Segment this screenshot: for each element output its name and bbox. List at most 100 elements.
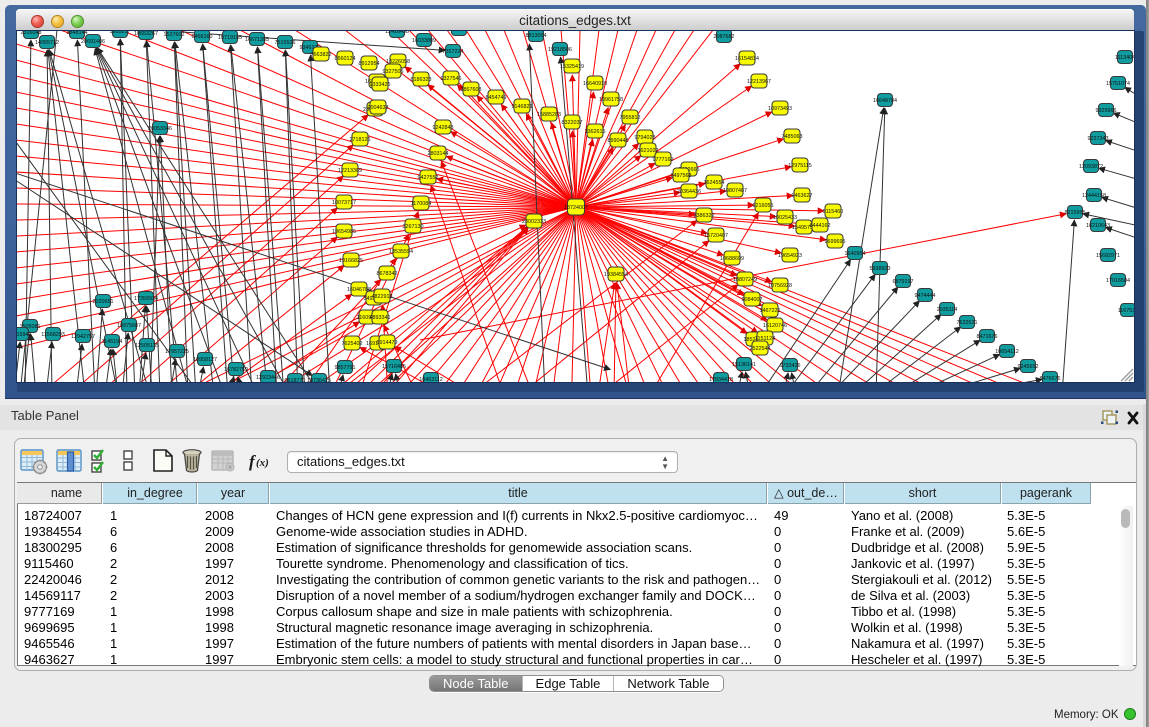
svg-text:3915941: 3915941 [17,332,32,338]
svg-text:12416458: 12416458 [385,31,409,35]
svg-text:10463112: 10463112 [419,377,443,382]
svg-text:1955217: 1955217 [110,31,131,35]
svg-text:1167533: 1167533 [1118,308,1134,314]
svg-text:12213967: 12213967 [747,79,771,85]
svg-text:9333425: 9333425 [370,82,391,88]
svg-text:6879197: 6879197 [893,279,914,285]
svg-text:19218506: 19218506 [548,47,572,53]
svg-text:12213369: 12213369 [338,168,362,174]
svg-text:8813054: 8813054 [526,33,547,39]
svg-text:10958127: 10958127 [193,357,217,363]
svg-text:8215955: 8215955 [1065,210,1086,216]
svg-text:8186323: 8186323 [411,77,432,83]
svg-text:2004633: 2004633 [368,105,389,111]
svg-text:12975115: 12975115 [788,163,812,169]
svg-text:3267130: 3267130 [403,224,424,230]
svg-text:9777169: 9777169 [653,157,674,163]
svg-text:10654112: 10654112 [995,349,1019,355]
svg-text:2935114: 2935114 [937,307,958,313]
svg-text:10975687: 10975687 [117,323,141,329]
svg-text:7625402: 7625402 [342,341,363,347]
svg-text:16033809: 16033809 [412,38,436,44]
svg-text:9327546: 9327546 [441,76,462,82]
svg-text:16120746: 16120746 [763,323,787,329]
svg-text:1527602: 1527602 [164,32,185,38]
svg-text:4822913: 4822913 [372,294,393,300]
svg-text:18724007: 18724007 [564,205,588,211]
svg-text:10073717: 10073717 [332,200,356,206]
svg-text:18807249: 18807249 [733,277,757,283]
svg-text:9227343: 9227343 [1088,136,1109,142]
svg-text:15751074: 15751074 [1106,81,1130,87]
svg-text:7485063: 7485063 [782,134,803,140]
svg-text:9242848: 9242848 [433,125,454,131]
svg-text:17834418: 17834418 [709,377,733,382]
svg-text:7515526: 7515526 [275,40,296,46]
svg-text:17016504: 17016504 [1106,278,1130,284]
svg-text:7632621: 7632621 [957,320,978,326]
svg-text:17957225: 17957225 [165,349,189,355]
svg-text:16671355: 16671355 [245,37,269,43]
svg-text:3624554: 3624554 [704,180,725,186]
svg-text:12505135: 12505135 [135,343,159,349]
svg-text:8471676: 8471676 [977,334,998,340]
svg-text:(x): (x) [256,457,269,469]
svg-text:12942757: 12942757 [71,334,95,340]
svg-text:2316048: 2316048 [21,31,42,36]
svg-text:15885203: 15885203 [537,112,561,118]
svg-text:10961758: 10961758 [599,97,623,103]
svg-text:6216055: 6216055 [753,203,774,209]
svg-text:2087682: 2087682 [714,34,735,40]
svg-text:16782759: 16782759 [224,367,248,373]
svg-text:6497568: 6497568 [671,173,692,179]
svg-text:9794028: 9794028 [635,135,656,141]
svg-text:12923446: 12923446 [256,375,280,381]
svg-text:20691406: 20691406 [81,39,105,45]
svg-text:10688609: 10688609 [720,256,744,262]
svg-text:15136141: 15136141 [732,362,756,368]
svg-text:8476676: 8476676 [1040,376,1061,382]
svg-text:5938923: 5938923 [870,266,891,272]
svg-text:2522544: 2522544 [750,346,771,352]
svg-text:1640954: 1640954 [845,251,866,257]
svg-text:15325419: 15325419 [560,64,584,70]
svg-text:8912954: 8912954 [359,61,380,67]
svg-text:7386322: 7386322 [694,213,715,219]
svg-text:2867608: 2867608 [461,87,482,93]
svg-text:8678342: 8678342 [377,271,398,277]
svg-text:1362615: 1362615 [585,129,606,135]
svg-text:7663822: 7663822 [311,52,332,58]
svg-text:9618771: 9618771 [285,378,306,382]
svg-text:16640910: 16640910 [583,81,607,87]
svg-text:8848144: 8848144 [67,31,88,36]
svg-text:19654923: 19654923 [778,253,802,259]
svg-text:9327505: 9327505 [383,69,404,75]
svg-text:9857791: 9857791 [335,365,356,371]
svg-text:8322037: 8322037 [562,120,583,126]
svg-text:9084007: 9084007 [742,297,763,303]
svg-text:1170084: 1170084 [411,201,432,207]
svg-text:12444158: 12444158 [1082,193,1106,199]
svg-text:16648784: 16648784 [873,98,897,104]
svg-text:16210643: 16210643 [1086,223,1110,229]
svg-text:8660124: 8660124 [335,56,356,62]
svg-text:12093872: 12093872 [1079,164,1103,170]
svg-text:10653267: 10653267 [134,31,158,37]
svg-text:9329966: 9329966 [1096,108,1117,114]
svg-text:8990448: 8990448 [608,138,629,144]
svg-text:15720407: 15720407 [704,233,728,239]
svg-text:19384554: 19384554 [604,272,628,278]
svg-text:15716485: 15716485 [382,364,406,370]
svg-text:23002333: 23002333 [522,219,546,225]
svg-text:9146821: 9146821 [512,104,533,110]
svg-text:9427552: 9427552 [418,175,439,181]
svg-text:1113404: 1113404 [1115,55,1134,61]
svg-text:9699695: 9699695 [825,239,846,245]
svg-text:10756928: 10756928 [768,283,792,289]
svg-text:13736425: 13736425 [307,378,331,382]
svg-text:20053346: 20053346 [148,126,172,132]
svg-text:19654985: 19654985 [332,229,356,235]
svg-text:9581233: 9581233 [449,31,470,33]
svg-text:9463627: 9463627 [792,193,813,199]
svg-text:10719155: 10719155 [218,35,242,41]
